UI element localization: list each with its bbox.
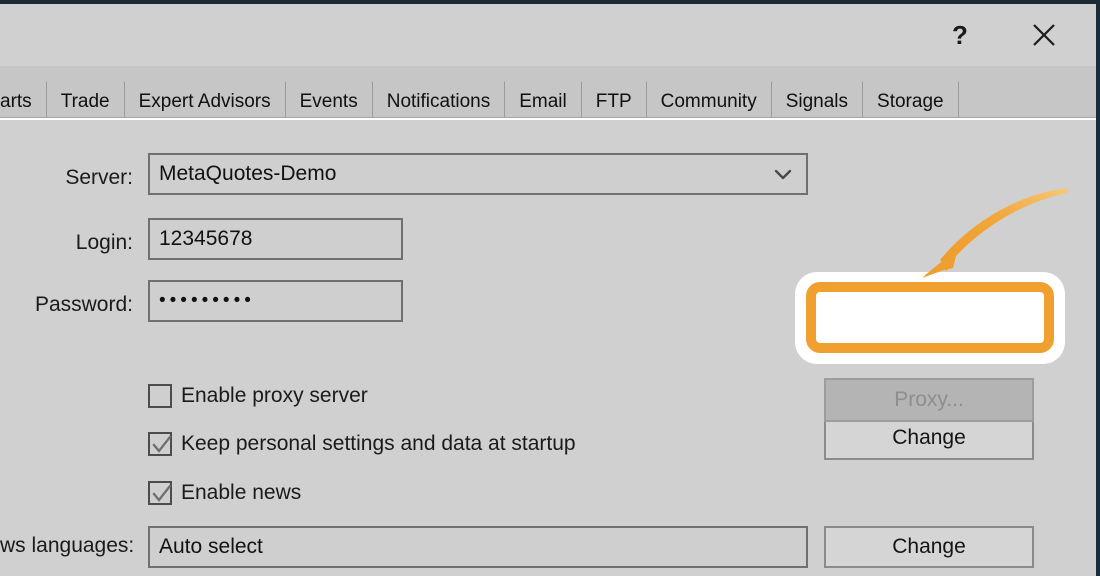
tab-community[interactable]: Community: [646, 81, 772, 121]
checkbox-enable-proxy-server[interactable]: Enable proxy server: [148, 384, 368, 408]
change-password-label: Change: [892, 426, 966, 449]
server-label: Server:: [65, 166, 133, 189]
tab-label: arts: [0, 90, 32, 112]
server-value: MetaQuotes-Demo: [159, 162, 337, 185]
title-bar: ?: [0, 4, 1096, 66]
checkbox-label: Enable proxy server: [181, 384, 368, 407]
close-icon: [1033, 24, 1055, 46]
tab-charts[interactable]: arts: [0, 81, 47, 121]
tab-email[interactable]: Email: [505, 81, 582, 121]
tab-label: Expert Advisors: [138, 90, 271, 112]
login-value: 12345678: [159, 227, 253, 250]
tab-label: FTP: [595, 90, 632, 112]
window-frame-right: [1096, 0, 1100, 576]
tab-strip: arts Trade Expert Advisors Events Notifi…: [0, 66, 1096, 121]
password-input[interactable]: •••••••••: [148, 280, 403, 322]
tab-trade[interactable]: Trade: [46, 81, 125, 121]
tab-events[interactable]: Events: [285, 81, 373, 121]
server-select[interactable]: MetaQuotes-Demo: [148, 153, 808, 195]
change-password-button[interactable]: Change: [824, 416, 1034, 460]
tab-expert-advisors[interactable]: Expert Advisors: [124, 81, 286, 121]
password-label: Password:: [34, 293, 133, 316]
help-button[interactable]: ?: [932, 4, 988, 66]
checkbox-box: [148, 384, 172, 408]
tab-label: Signals: [785, 90, 849, 112]
news-languages-input[interactable]: Auto select: [148, 526, 808, 568]
tab-label: Email: [519, 90, 567, 112]
checkbox-box: [148, 481, 172, 505]
checkbox-keep-personal-settings[interactable]: Keep personal settings and data at start…: [148, 432, 576, 456]
check-icon: [152, 484, 172, 502]
change-languages-label: Change: [892, 535, 966, 558]
checkbox-enable-news[interactable]: Enable news: [148, 481, 301, 505]
news-languages-label: ws languages:: [0, 534, 135, 557]
check-icon: [152, 435, 172, 453]
tab-label: Notifications: [386, 90, 491, 112]
proxy-button[interactable]: Proxy...: [824, 378, 1034, 422]
checkbox-box: [148, 432, 172, 456]
change-languages-button[interactable]: Change: [824, 526, 1034, 568]
checkbox-label: Keep personal settings and data at start…: [181, 432, 576, 455]
login-label: Login:: [75, 231, 133, 254]
proxy-label: Proxy...: [894, 388, 964, 411]
checkbox-label: Enable news: [181, 481, 302, 504]
options-dialog: ? arts Trade Expert Advisors Events Noti…: [0, 0, 1100, 576]
news-languages-value: Auto select: [159, 535, 263, 558]
tab-label: Community: [660, 90, 757, 112]
tab-list: arts Trade Expert Advisors Events Notifi…: [0, 81, 959, 121]
tab-signals[interactable]: Signals: [771, 81, 864, 121]
password-value: •••••••••: [159, 290, 255, 311]
login-input[interactable]: 12345678: [148, 218, 403, 260]
tab-ftp[interactable]: FTP: [581, 81, 647, 121]
tab-label: Events: [299, 90, 358, 112]
tab-notifications[interactable]: Notifications: [372, 81, 506, 121]
close-button[interactable]: [1016, 4, 1072, 66]
tab-label: Trade: [60, 90, 110, 112]
settings-pane: Server: MetaQuotes-Demo Login: 12345678 …: [0, 120, 1096, 576]
tab-label: Storage: [877, 90, 944, 112]
chevron-down-icon: [772, 163, 794, 185]
tab-storage[interactable]: Storage: [863, 81, 959, 121]
